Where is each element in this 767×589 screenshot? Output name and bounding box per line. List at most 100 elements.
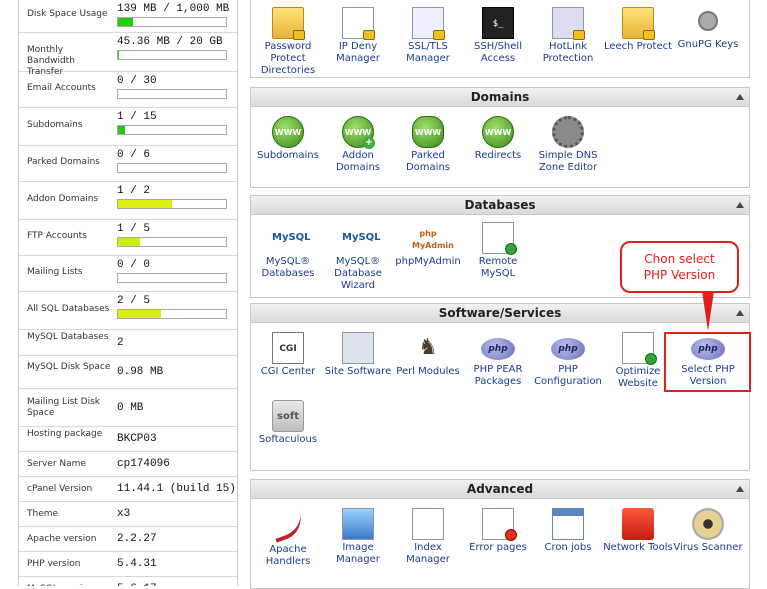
redirects-link[interactable]: WWW Redirects [463,116,533,162]
stat-value: 1 / 2 [117,185,150,197]
subdomains-link[interactable]: WWW Subdomains [253,116,323,162]
stats-panel: Disk Space Usage139 MB / 1,000 MBMonthly… [18,0,238,586]
collapse-arrow-icon[interactable] [736,310,744,316]
simple-dns-zone-editor-link[interactable]: Simple DNS Zone Editor [533,116,603,174]
softaculous-icon: soft [272,400,304,432]
php-pear-packages-link[interactable]: php PHP PEAR Packages [463,332,533,388]
collapse-arrow-icon[interactable] [736,94,744,100]
collapse-arrow-icon[interactable] [736,486,744,492]
stat-value: 0.98 MB [117,366,163,378]
usage-bar-fill [118,310,161,318]
usage-bar [117,273,227,283]
apache-handlers-link[interactable]: Apache Handlers [253,508,323,568]
gnupg-keys-link[interactable]: GnuPG Keys [673,7,743,51]
stat-row: cPanel Version11.44.1 (build 15) [19,477,237,502]
stat-label: Theme [27,509,113,520]
stat-value: 139 MB / 1,000 MB [117,3,229,15]
stat-value: 0 / 6 [117,149,150,161]
cron-jobs-link[interactable]: Cron jobs [533,508,603,554]
ssh-shell-access-link[interactable]: $_ SSH/Shell Access [463,7,533,65]
databases-header[interactable]: Databases [251,196,749,215]
annotation-callout: Chon select PHP Version [620,241,739,293]
stat-label: FTP Accounts [27,231,113,242]
error-pages-link[interactable]: Error pages [463,508,533,554]
stat-row: All SQL Databases2 / 5 [19,292,237,330]
ip-deny-manager-link[interactable]: IP Deny Manager [323,7,393,65]
stat-row: Mailing Lists0 / 0 [19,256,237,292]
virus-scanner-link[interactable]: Virus Scanner [673,508,743,554]
stat-row: Disk Space Usage139 MB / 1,000 MB [19,0,237,33]
stat-row: MySQL Databases 2 [19,330,237,356]
perl-modules-link[interactable]: ♞ Perl Modules [393,332,463,378]
stat-value: 1 / 5 [117,223,150,235]
chain-lock-icon [552,7,584,39]
password-protect-directories-link[interactable]: Password Protect Directories [253,7,323,77]
software-services-header[interactable]: Software/Services [251,304,749,323]
optimize-icon [622,332,654,364]
item-label: Softaculous [253,434,323,446]
stat-label: Addon Domains [27,194,113,205]
item-label: GnuPG Keys [673,39,743,51]
usage-bar-fill [118,18,133,26]
network-tools-link[interactable]: Network Tools [603,508,673,554]
item-label: SSH/Shell Access [463,41,533,65]
folder-lock-icon [622,7,654,39]
php-configuration-link[interactable]: php PHP Configuration [533,332,603,388]
item-label: Parked Domains [393,150,463,174]
item-label: HotLink Protection [533,41,603,65]
stat-row: Hosting packageBKCP03 [19,427,237,452]
apache-feather-icon [269,511,307,543]
image-manager-link[interactable]: Image Manager [323,508,393,566]
item-label: Perl Modules [393,366,463,378]
item-label: Network Tools [603,542,673,554]
advanced-header[interactable]: Advanced [251,480,749,499]
stat-value: cp174096 [117,458,170,470]
stat-label: All SQL Databases [27,304,113,315]
leech-protect-link[interactable]: Leech Protect [603,7,673,53]
group-title: Advanced [467,482,533,496]
stat-value: 2 [117,337,124,349]
ssl-tls-manager-link[interactable]: SSL/TLS Manager [393,7,463,65]
item-label: PHP PEAR Packages [463,364,533,388]
usage-bar-fill [118,126,125,134]
callout-line-2: PHP Version [622,267,737,283]
softaculous-link[interactable]: soft Softaculous [253,400,323,446]
usage-bar [117,309,227,319]
terminal-icon: $_ [482,7,514,39]
mysql-icon: MySQL [272,222,304,254]
stat-label: MySQL Databases [27,332,113,343]
hotlink-protection-link[interactable]: HotLink Protection [533,7,603,65]
www-redirect-icon: WWW [482,116,514,148]
remote-mysql-link[interactable]: Remote MySQL [463,222,533,280]
calendar-icon [552,508,584,540]
stat-row: Parked Domains 0 / 6 [19,146,237,182]
stat-value: 2.2.27 [117,533,157,545]
item-label: Error pages [463,542,533,554]
collapse-arrow-icon[interactable] [736,202,744,208]
usage-bar [117,50,227,60]
phpmyadmin-link[interactable]: php MyAdmin phpMyAdmin [393,222,463,268]
stat-row: Monthly Bandwidth Transfer45.36 MB / 20 … [19,33,237,72]
stat-row: PHP version5.4.31 [19,552,237,577]
item-label: CGI Center [253,366,323,378]
document-lock-icon [342,7,374,39]
image-manager-icon [342,508,374,540]
select-php-version-highlight [664,332,751,392]
stat-label: Mailing Lists [27,267,113,278]
mysql-databases-link[interactable]: MySQL MySQL® Databases [253,222,323,280]
cgi-center-link[interactable]: CGI CGI Center [253,332,323,378]
stat-label: Email Accounts [27,83,113,94]
stat-value: BKCP03 [117,433,157,445]
item-label: Image Manager [323,542,393,566]
addon-domains-link[interactable]: WWW+ Addon Domains [323,116,393,174]
stat-row: Apache version2.2.27 [19,527,237,552]
stat-label: Parked Domains [27,157,113,168]
index-manager-link[interactable]: Index Manager [393,508,463,566]
optimize-website-link[interactable]: Optimize Website [603,332,673,390]
parked-domains-link[interactable]: WWW Parked Domains [393,116,463,174]
usage-bar-fill [118,200,172,208]
site-software-link[interactable]: Site Software [323,332,393,378]
php-icon: php [551,338,585,360]
domains-header[interactable]: Domains [251,88,749,107]
mysql-database-wizard-link[interactable]: MySQL MySQL® Database Wizard [323,222,393,292]
